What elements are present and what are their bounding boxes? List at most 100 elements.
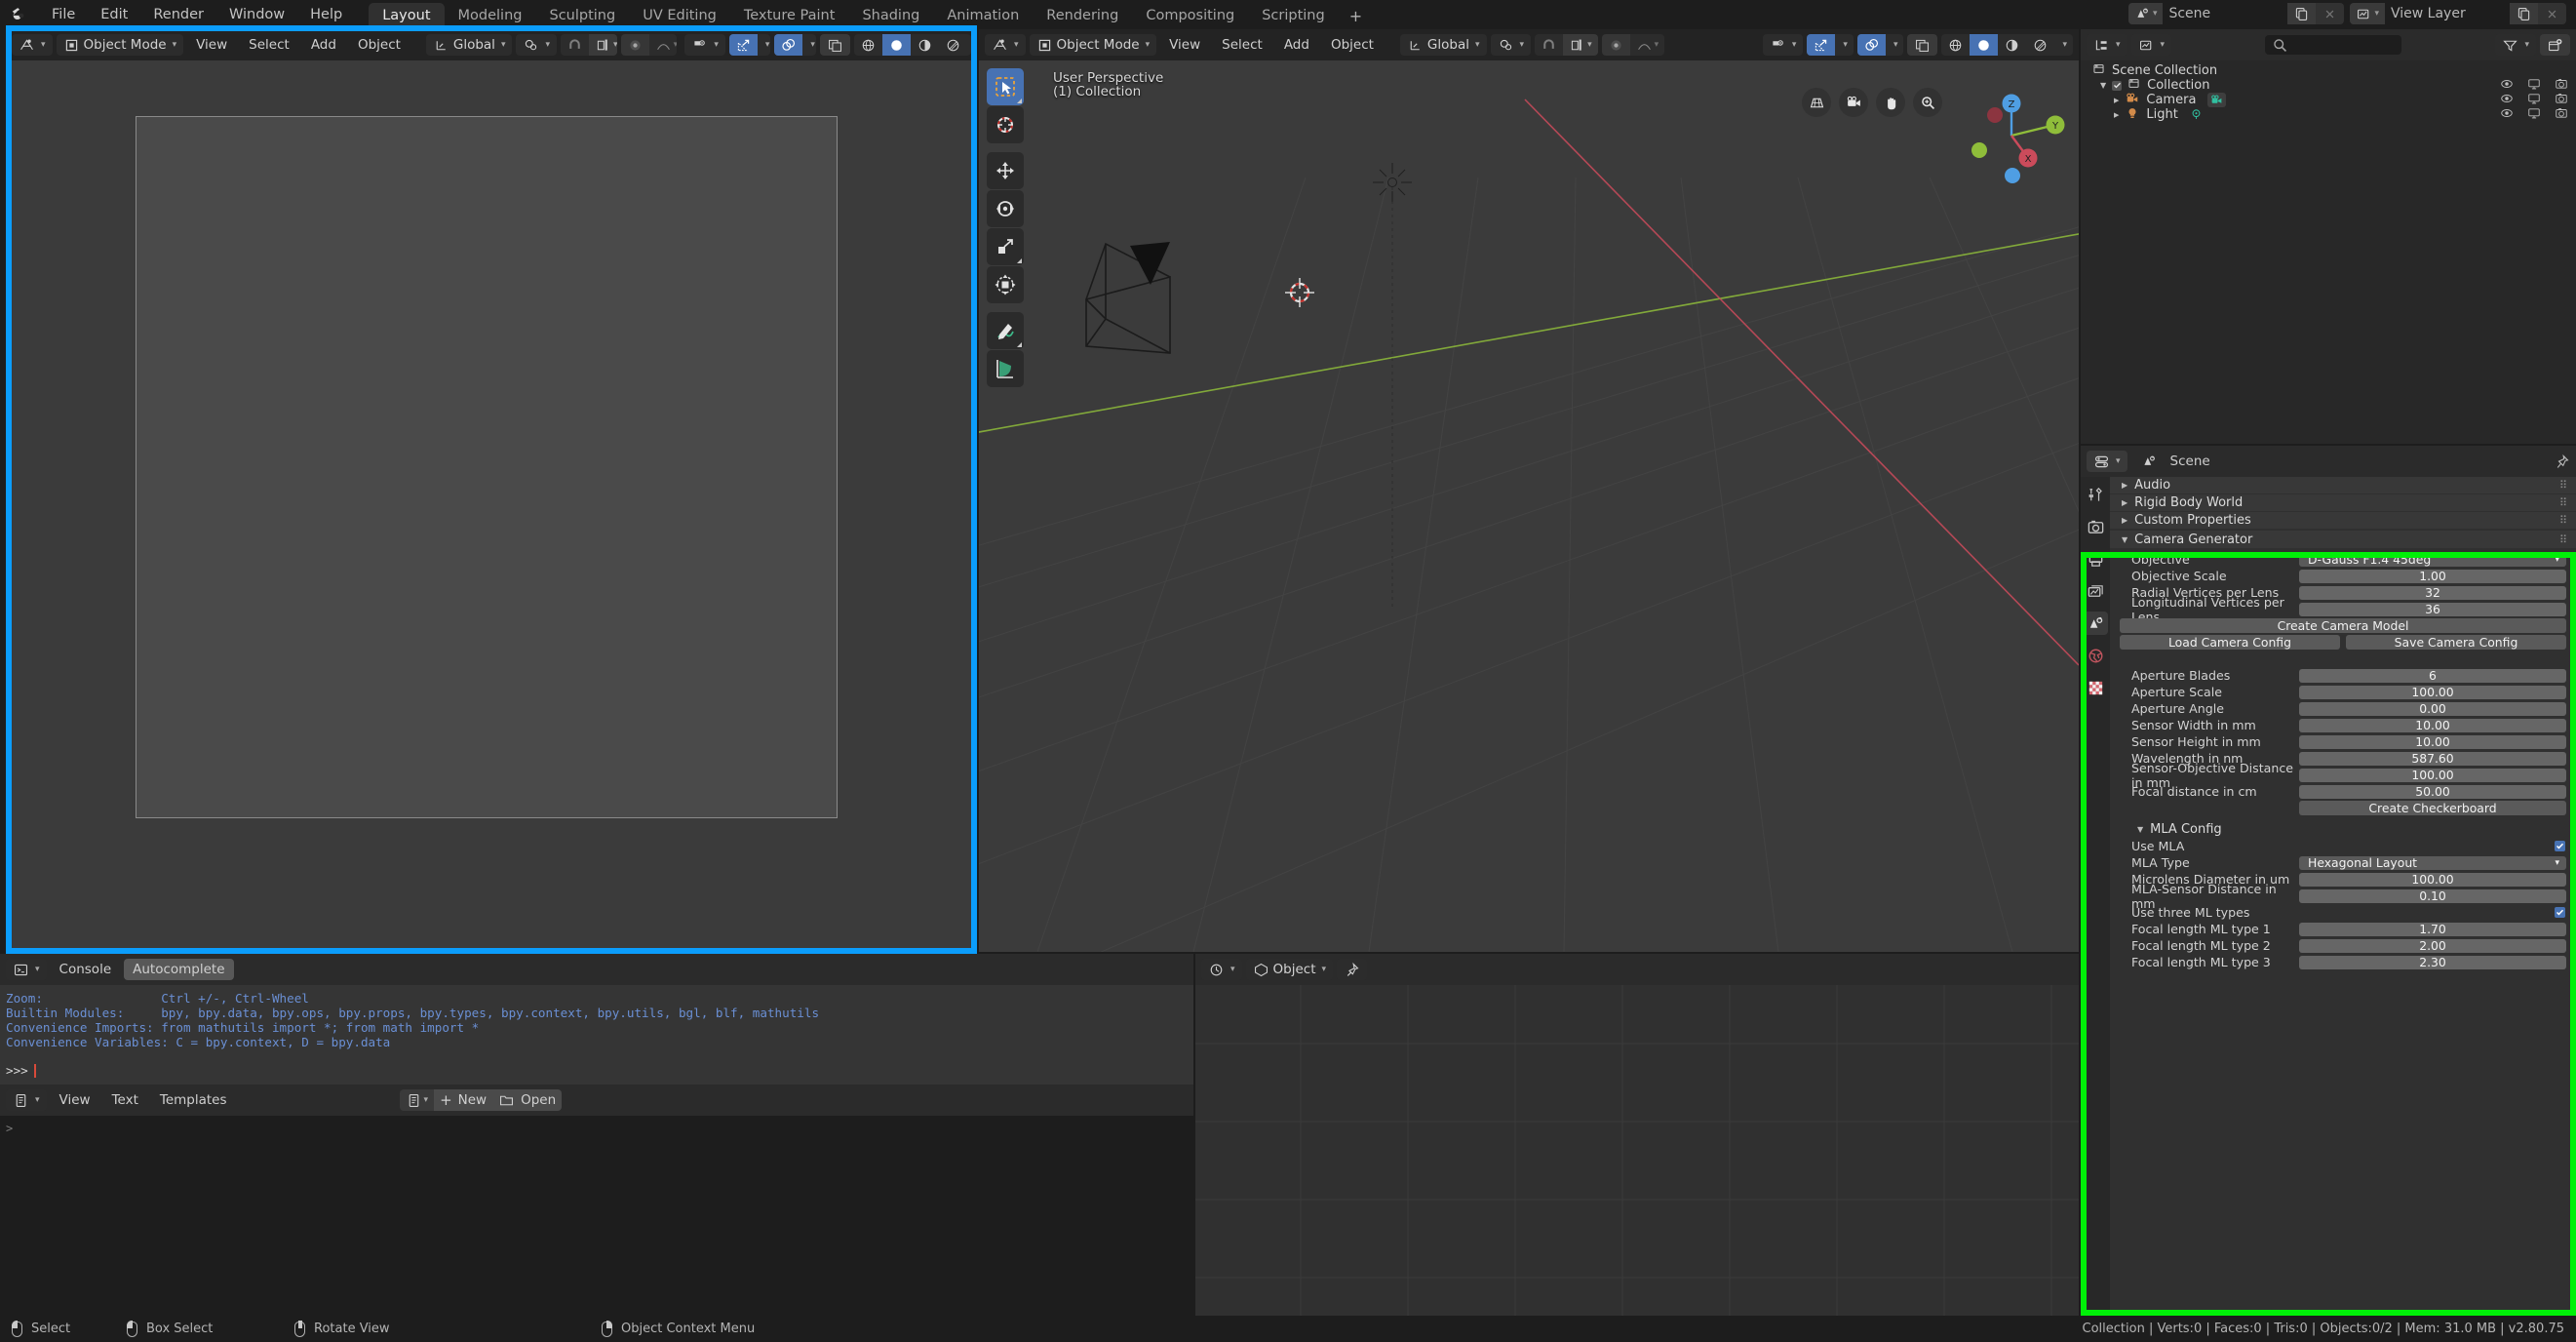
aperture-angle-value[interactable]: 0.00 <box>2299 701 2566 716</box>
viewport-axis-gizmo[interactable]: Z Y X <box>1958 82 2065 189</box>
aperture-scale-value[interactable]: 100.00 <box>2299 685 2566 699</box>
console-menu-console[interactable]: Console <box>51 959 121 980</box>
properties-editor[interactable]: ▾ Scene ▶ Audio ⠿ ▶ Rigid Body World ⠿ ▶… <box>2081 446 2576 1316</box>
viewport-left-menu-select[interactable]: Select <box>240 34 298 56</box>
proportional-edit-icon[interactable] <box>620 34 649 56</box>
field-sensor-width[interactable]: Sensor Width in mm 10.00 <box>2110 717 2576 733</box>
overlay-controls[interactable]: ▾ <box>774 34 816 56</box>
object-mode-selector[interactable]: Object Mode ▾ <box>56 34 184 56</box>
field-focal-length-ml-type-2[interactable]: Focal length ML type 2 2.00 <box>2110 937 2576 954</box>
aperture-blades-value[interactable]: 6 <box>2299 668 2566 683</box>
workspace-tab-sculpting[interactable]: Sculpting <box>535 3 629 29</box>
chevron-down-icon[interactable]: ▼ <box>2100 81 2106 90</box>
gizmo-controls[interactable]: ▾ <box>728 34 771 56</box>
gizmo-controls[interactable]: ▾ <box>1807 34 1854 56</box>
outliner-search-input[interactable] <box>2265 35 2402 55</box>
object-mode-selector[interactable]: Object Mode ▾ <box>1029 34 1157 56</box>
sensor-objective-distance-value[interactable]: 100.00 <box>2299 768 2566 782</box>
camera-data-icon[interactable] <box>2207 93 2227 107</box>
workspace-tab-texture-paint[interactable]: Texture Paint <box>730 3 849 29</box>
microlens-diameter-value[interactable]: 100.00 <box>2299 872 2566 887</box>
view-layer-icon[interactable]: ▾ <box>2350 3 2385 24</box>
workspace-tab-rendering[interactable]: Rendering <box>1033 3 1132 29</box>
shading-options-chevron-icon[interactable]: ▾ <box>967 34 971 56</box>
hide-in-viewport-icon[interactable] <box>2500 106 2514 124</box>
timeline-canvas[interactable] <box>1195 985 2079 1316</box>
panel-drag-handle-icon[interactable]: ⠿ <box>2559 496 2568 509</box>
timeline-editor-icon[interactable]: ▾ <box>1201 959 1242 980</box>
workspace-tab-shading[interactable]: Shading <box>848 3 933 29</box>
shading-material-preview-icon[interactable] <box>911 34 939 56</box>
text-datablock-controls[interactable]: ▾ + New Open <box>399 1089 563 1111</box>
overlays-toggle-icon[interactable] <box>774 34 803 56</box>
panel-drag-handle-icon[interactable]: ⠿ <box>2559 514 2568 527</box>
outliner-tree[interactable]: Scene Collection ▼ Collection ▶ Camera ▶… <box>2081 60 2576 444</box>
workspace-tab-compositing[interactable]: Compositing <box>1132 3 1248 29</box>
shading-rendered-icon[interactable] <box>2026 34 2054 56</box>
workspace-tab-animation[interactable]: Animation <box>933 3 1033 29</box>
field-focal-length-ml-type-3[interactable]: Focal length ML type 3 2.30 <box>2110 954 2576 970</box>
viewport-right-canvas[interactable]: User Perspective (1) Collection Z Y X <box>979 60 2079 952</box>
menu-help[interactable]: Help <box>297 4 355 25</box>
viewport-left-menu-view[interactable]: View <box>187 34 236 56</box>
field-use-three-ml-types[interactable]: Use three ML types <box>2110 904 2576 921</box>
gizmo-toggle-icon[interactable] <box>728 34 758 56</box>
outliner-filter-dropdown-icon[interactable]: ▾ <box>2130 34 2172 56</box>
workspace-tab-scripting[interactable]: Scripting <box>1248 3 1338 29</box>
wavelength-value[interactable]: 587.60 <box>2299 751 2566 766</box>
radial-vertices-value[interactable]: 32 <box>2299 585 2566 600</box>
toggle-camera-perspective-icon[interactable] <box>1802 88 1831 117</box>
menu-render[interactable]: Render <box>140 4 216 25</box>
panel-header-custom-properties[interactable]: ▶ Custom Properties ⠿ <box>2110 512 2576 529</box>
disable-in-render-icon[interactable] <box>2555 106 2568 124</box>
view-layer-duplicate-icon[interactable] <box>2510 3 2538 24</box>
shading-wireframe-icon[interactable] <box>854 34 882 56</box>
field-focal-distance[interactable]: Focal distance in cm 50.00 <box>2110 783 2576 800</box>
new-collection-icon[interactable] <box>2540 34 2570 56</box>
focal-length-ml-1-value[interactable]: 1.70 <box>2299 922 2566 936</box>
outliner-display-mode-icon[interactable]: ▾ <box>2087 34 2127 56</box>
field-objective[interactable]: Objective D-Gauss F1.4 45deg ▾ <box>2110 551 2576 568</box>
mla-type-dropdown[interactable]: Hexagonal Layout ▾ <box>2299 855 2566 870</box>
shading-material-preview-icon[interactable] <box>1998 34 2026 56</box>
scene-datablock-selector[interactable]: ▾ Scene <box>2127 3 2345 24</box>
xray-toggle-icon[interactable] <box>819 34 850 56</box>
scene-name[interactable]: Scene <box>2163 3 2288 24</box>
field-use-mla[interactable]: Use MLA <box>2110 838 2576 854</box>
text-editor-body[interactable]: > <box>0 1116 1193 1316</box>
magnet-icon[interactable] <box>1535 34 1563 56</box>
visibility-selector[interactable]: ▾ <box>1762 34 1804 56</box>
menu-file[interactable]: File <box>39 4 88 25</box>
text-editor-menu-templates[interactable]: Templates <box>151 1089 236 1111</box>
proportional-falloff-icon[interactable]: ▾ <box>1630 34 1665 56</box>
proportional-edit-controls[interactable]: ▾ <box>620 34 678 56</box>
outliner-row-light[interactable]: ▶ Light <box>2081 107 2576 122</box>
chevron-right-icon[interactable]: ▶ <box>2114 97 2119 104</box>
panel-drag-handle-icon[interactable]: ⠿ <box>2559 479 2568 492</box>
shading-rendered-icon[interactable] <box>939 34 967 56</box>
objective-scale-value[interactable]: 1.00 <box>2299 569 2566 583</box>
xray-toggle-icon[interactable] <box>1907 34 1938 56</box>
viewport-right-menu-select[interactable]: Select <box>1213 34 1271 56</box>
text-editor-menu-view[interactable]: View <box>51 1089 99 1111</box>
use-three-ml-types-checkbox[interactable] <box>2555 907 2565 918</box>
timeline-editor[interactable]: ▾ Object ▾ <box>1195 954 2079 1316</box>
viewport-left-menu-add[interactable]: Add <box>302 34 345 56</box>
field-mla-type[interactable]: MLA Type Hexagonal Layout ▾ <box>2110 854 2576 871</box>
field-mla-sensor-distance[interactable]: MLA-Sensor Distance in mm 0.10 <box>2110 882 2576 911</box>
viewport-right-menu-object[interactable]: Object <box>1322 34 1383 56</box>
scene-tab[interactable] <box>2083 612 2108 635</box>
scene-delete-icon[interactable] <box>2316 3 2345 24</box>
measure-tool[interactable] <box>987 350 1024 387</box>
shading-solid-icon[interactable] <box>881 34 911 56</box>
shading-options-chevron-icon[interactable]: ▾ <box>2054 34 2073 56</box>
world-tab[interactable] <box>2083 644 2108 667</box>
view-layer-selector[interactable]: ▾ View Layer <box>2350 3 2566 24</box>
chevron-right-icon[interactable]: ▶ <box>2122 498 2127 507</box>
snap-controls[interactable]: ▾ <box>1535 34 1598 56</box>
proportional-edit-controls[interactable]: ▾ <box>1601 34 1665 56</box>
snap-target-selector[interactable]: ▾ <box>1490 34 1532 56</box>
snap-controls[interactable]: ▾ <box>561 34 617 56</box>
add-workspace-button[interactable]: + <box>1339 3 1373 29</box>
console-menu-autocomplete[interactable]: Autocomplete <box>124 959 234 980</box>
